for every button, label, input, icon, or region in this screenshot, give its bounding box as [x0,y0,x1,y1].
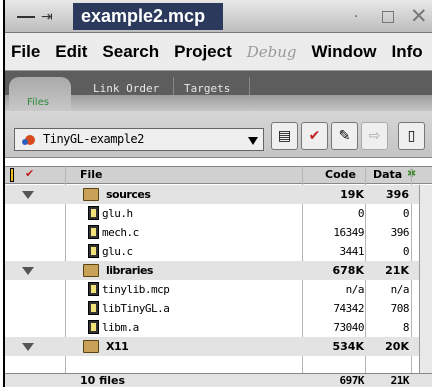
folder-icon [83,264,99,277]
disclosure-triangle-icon[interactable] [22,267,34,275]
table-row[interactable]: libTinyGL.a 74342 708 [5,299,432,318]
folder-icon [83,188,99,201]
table-row[interactable]: glu.c 3441 0 [5,242,432,261]
touch-column-icon[interactable] [10,168,14,182]
checkmark-column-icon[interactable]: ✔ [25,167,34,180]
tab-link-order[interactable]: Link Order [93,82,159,95]
table-row[interactable]: glu.h 0 0 [5,204,432,223]
title-bar[interactable]: ⇥ example2.mcp · ✕ [5,0,432,33]
folder-icon [83,340,99,353]
disclosure-triangle-icon[interactable] [22,191,34,199]
header-code[interactable]: Code [325,168,356,181]
total-data: 21K [390,374,410,387]
make-button[interactable]: ✎ [331,122,358,150]
header-file[interactable]: File [80,168,103,181]
tab-files[interactable]: Files [9,77,71,111]
table-row[interactable]: libraries 678K 21K [5,261,432,280]
close-icon[interactable]: ✕ [410,4,428,28]
target-icon [22,135,35,145]
menu-file[interactable]: File [11,42,40,62]
project-file-icon [88,282,99,296]
table-row[interactable]: tinylib.mcp n/a n/a [5,280,432,299]
menu-edit[interactable]: Edit [55,42,87,62]
run-button: ⇨ [361,122,388,150]
debug-button[interactable]: ▯ [398,122,425,150]
file-icon [88,206,99,220]
minimize-icon[interactable]: · [354,9,358,25]
table-footer: 10 files 697K 21K [5,373,432,387]
menu-search[interactable]: Search [102,42,159,62]
sync-button[interactable]: ▤ [271,122,298,150]
file-count: 10 files [80,374,126,387]
chevron-down-icon [248,137,258,145]
pin-icon[interactable]: ⇥ [41,9,53,25]
project-window: ⇥ example2.mcp · ✕ File Edit Search Proj… [3,0,432,387]
file-table: ✔ File Code Data ✱ sources 19K 396 glu.h… [5,158,432,387]
menu-bar: File Edit Search Project Debug Window In… [5,33,432,71]
tab-targets[interactable]: Targets [184,82,230,95]
window-title: example2.mcp [73,3,223,30]
table-row[interactable]: sources 19K 396 [5,185,432,204]
menu-info[interactable]: Info [392,42,423,62]
library-file-icon [88,320,99,334]
total-code: 697K [339,374,365,387]
file-icon [88,244,99,258]
target-toolbar: TinyGL-example2 ▤ ✔ ✎ ⇨ ▯ [5,111,432,158]
disclosure-triangle-icon[interactable] [22,343,34,351]
header-data[interactable]: Data [373,168,402,181]
check-syntax-button[interactable]: ✔ [301,122,328,150]
collapse-icon[interactable] [17,16,35,18]
target-selector[interactable]: TinyGL-example2 [14,128,264,151]
table-header: ✔ File Code Data ✱ [5,166,432,184]
target-label: TinyGL-example2 [43,132,144,146]
tab-files-label: Files [27,97,49,108]
menu-project[interactable]: Project [174,42,232,62]
menu-debug: Debug [246,42,297,61]
table-row[interactable]: mech.c 16349 396 [5,223,432,242]
library-file-icon [88,301,99,315]
file-icon [88,225,99,239]
menu-window[interactable]: Window [312,42,377,62]
vertical-scrollbar[interactable] [419,185,432,373]
tab-strip: Files Link Order Targets [5,71,432,111]
table-row[interactable]: X11 534K 20K [5,337,432,356]
table-row[interactable]: libm.a 73040 8 [5,318,432,337]
maximize-icon[interactable] [382,11,394,23]
